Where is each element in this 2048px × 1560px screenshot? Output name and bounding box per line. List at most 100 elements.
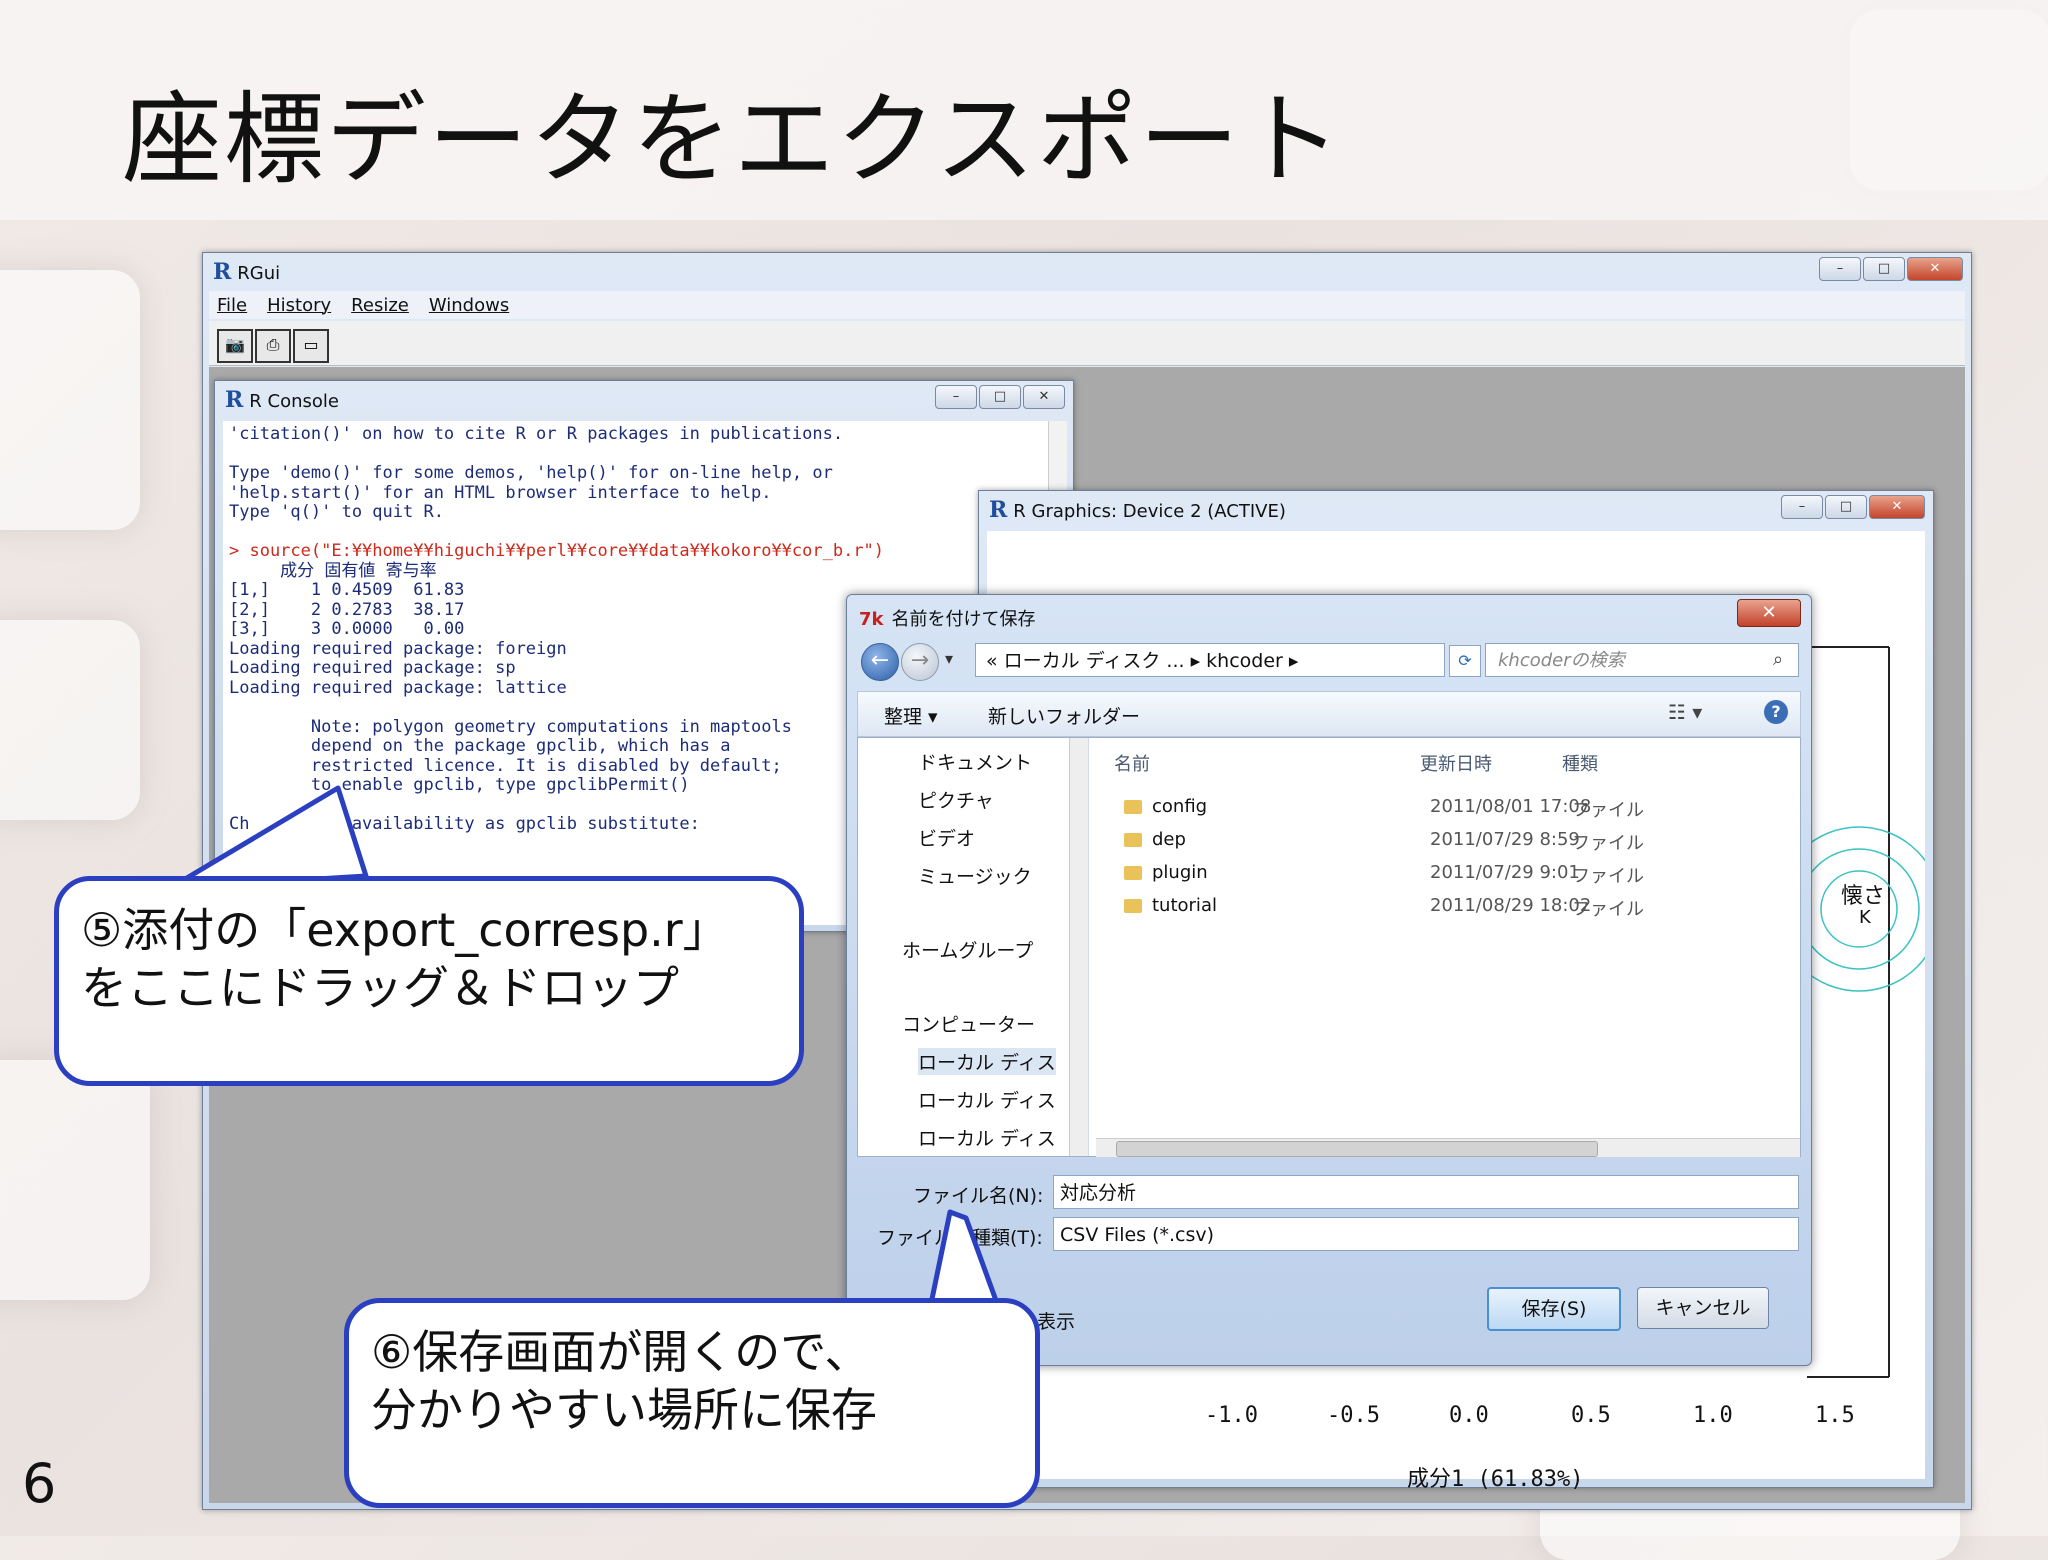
close-button[interactable]: ✕ (1023, 385, 1065, 409)
callout-6-line1: ⑥保存画面が開くので、 (371, 1325, 871, 1379)
background-key (0, 620, 140, 820)
maximize-button[interactable]: □ (1825, 495, 1867, 519)
callout-6: ⑥保存画面が開くので、 分かりやすい場所に保存 (344, 1298, 1040, 1508)
r-logo-icon: R (225, 387, 244, 413)
chevron-down-icon[interactable]: ▾ (945, 649, 953, 668)
rgui-window-controls: – □ ✕ (1819, 257, 1963, 281)
filename-input[interactable]: 対応分析 (1053, 1175, 1799, 1209)
x-axis-label: 成分1 (61.83%) (1407, 1467, 1584, 1492)
nav-homegroup[interactable]: ホームグループ (902, 936, 1033, 963)
page-number: 6 (22, 1452, 57, 1515)
command-bar: 整理 ▾ 新しいフォルダー ☷ ▾ ? (857, 691, 1801, 737)
refresh-icon[interactable]: ⟳ (1449, 645, 1481, 677)
nav-local-disk[interactable]: ローカル ディス (918, 1086, 1056, 1113)
x-tick: 0.0 (1449, 1403, 1489, 1428)
minimize-button[interactable]: – (935, 385, 977, 409)
plot-letter-label: K (1859, 907, 1872, 928)
close-button[interactable]: ✕ (1907, 257, 1963, 281)
menu-file[interactable]: File (217, 295, 247, 316)
save-dialog-title: 7k 名前を付けて保存 (859, 609, 1036, 630)
nav-local-disk[interactable]: ローカル ディス (918, 1124, 1056, 1151)
file-list: 名前 更新日時 種類 config 2011/08/01 17:08 ファイル de… (1096, 738, 1800, 1138)
file-row[interactable]: tutorial 2011/08/29 18:02 ファイル (1124, 895, 1644, 925)
nav-local-disk[interactable]: ローカル ディス (918, 1048, 1056, 1075)
nav-scrollbar[interactable] (1069, 738, 1088, 1156)
column-date[interactable]: 更新日時 (1420, 750, 1492, 776)
organize-menu[interactable]: 整理 ▾ (884, 702, 938, 729)
r-logo-icon: R (989, 497, 1008, 523)
window-icon[interactable]: ▭ (293, 329, 329, 363)
callout-5-line2: をここにドラッグ＆ドロップ (81, 961, 679, 1015)
new-folder-button[interactable]: 新しいフォルダー (988, 702, 1140, 729)
back-button[interactable]: ← (861, 643, 899, 681)
camera-icon[interactable]: 📷 (217, 329, 253, 363)
plot-word-label: 懐さ (1841, 884, 1885, 909)
background-key (0, 270, 140, 530)
callout-6-line2: 分かりやすい場所に保存 (371, 1383, 877, 1437)
menu-resize[interactable]: Resize (351, 295, 409, 316)
print-icon[interactable]: ⎙ (255, 329, 291, 363)
search-input[interactable]: khcoderの検索 (1485, 643, 1799, 677)
nav-videos[interactable]: ビデオ (918, 824, 975, 851)
filetype-select[interactable]: CSV Files (*.csv) (1053, 1217, 1799, 1251)
console-window-controls: – □ ✕ (935, 385, 1065, 409)
file-row[interactable]: dep 2011/07/29 8:59 ファイル (1124, 829, 1644, 859)
app-logo-icon: 7k (859, 609, 884, 630)
nav-documents[interactable]: ドキュメント (918, 748, 1032, 775)
toolbar: 📷 ⎙ ▭ (209, 321, 1965, 366)
browser-content: ドキュメント ピクチャ ビデオ ミュージック ホームグループ コンピューター ロ… (857, 737, 1801, 1157)
console-line: 'citation()' on how to cite R or R packa… (229, 424, 844, 444)
column-name[interactable]: 名前 (1114, 750, 1150, 776)
x-tick: 0.5 (1571, 1403, 1611, 1428)
nav-pictures[interactable]: ピクチャ (918, 786, 994, 813)
address-bar-row: ← → ▾ « ローカル ディスク ... ▸ khcoder ▸ ⟳ khco… (857, 641, 1801, 681)
console-line: Type 'q()' to quit R. (229, 502, 444, 522)
minimize-button[interactable]: – (1781, 495, 1823, 519)
background-key (0, 1060, 150, 1300)
save-button[interactable]: 保存(S) (1487, 1287, 1621, 1331)
console-line: > source("E:¥¥home¥¥higuchi¥¥perl¥¥core¥… (229, 541, 885, 561)
navigation-pane: ドキュメント ピクチャ ビデオ ミュージック ホームグループ コンピューター ロ… (858, 738, 1089, 1156)
rgui-title: R RGui (213, 259, 281, 285)
nav-music[interactable]: ミュージック (918, 862, 1032, 889)
x-tick: -0.5 (1327, 1403, 1380, 1428)
maximize-button[interactable]: □ (1863, 257, 1905, 281)
file-row[interactable]: plugin 2011/07/29 9:01 ファイル (1124, 862, 1644, 892)
file-row[interactable]: config 2011/08/01 17:08 ファイル (1124, 796, 1644, 826)
folder-icon (1124, 800, 1142, 814)
folder-icon (1124, 833, 1142, 847)
r-logo-icon: R (213, 259, 232, 285)
console-line: Type 'demo()' for some demos, 'help()' f… (229, 463, 833, 483)
address-field[interactable]: « ローカル ディスク ... ▸ khcoder ▸ (975, 643, 1445, 677)
callout-5-line1: ⑤添付の「export_corresp.r」 (81, 903, 729, 957)
scroll-thumb[interactable] (1116, 1141, 1598, 1157)
x-tick: 1.0 (1693, 1403, 1733, 1428)
slide-title: 座標データをエクスポート (122, 81, 1343, 198)
file-list-hscrollbar[interactable] (1096, 1138, 1800, 1157)
filename-label: ファイル名(N): (913, 1185, 1044, 1207)
folder-icon (1124, 866, 1142, 880)
menu-windows[interactable]: Windows (429, 295, 509, 316)
maximize-button[interactable]: □ (979, 385, 1021, 409)
callout-5: ⑤添付の「export_corresp.r」 をここにドラッグ＆ドロップ (54, 876, 804, 1086)
view-options-icon[interactable]: ☷ ▾ (1668, 700, 1702, 724)
minimize-button[interactable]: – (1819, 257, 1861, 281)
menu-history[interactable]: History (267, 295, 331, 316)
x-tick: 1.5 (1815, 1403, 1855, 1428)
nav-computer[interactable]: コンピューター (902, 1010, 1035, 1037)
folder-icon (1124, 899, 1142, 913)
close-button[interactable]: ✕ (1869, 495, 1925, 519)
console-title: RR Console (225, 387, 339, 413)
callout-5-tail (167, 785, 369, 891)
cancel-button[interactable]: キャンセル (1637, 1287, 1769, 1329)
column-type[interactable]: 種類 (1562, 750, 1598, 776)
graphics-title: RR Graphics: Device 2 (ACTIVE) (989, 497, 1286, 523)
x-tick: -1.0 (1205, 1403, 1258, 1428)
console-line: 成分 固有値 寄与率 (229, 560, 437, 581)
hide-folders-toggle[interactable]: 表示 (1037, 1307, 1075, 1334)
dialog-close-button[interactable]: ✕ (1737, 599, 1801, 627)
forward-button[interactable]: → (901, 643, 939, 681)
help-icon[interactable]: ? (1764, 700, 1788, 724)
